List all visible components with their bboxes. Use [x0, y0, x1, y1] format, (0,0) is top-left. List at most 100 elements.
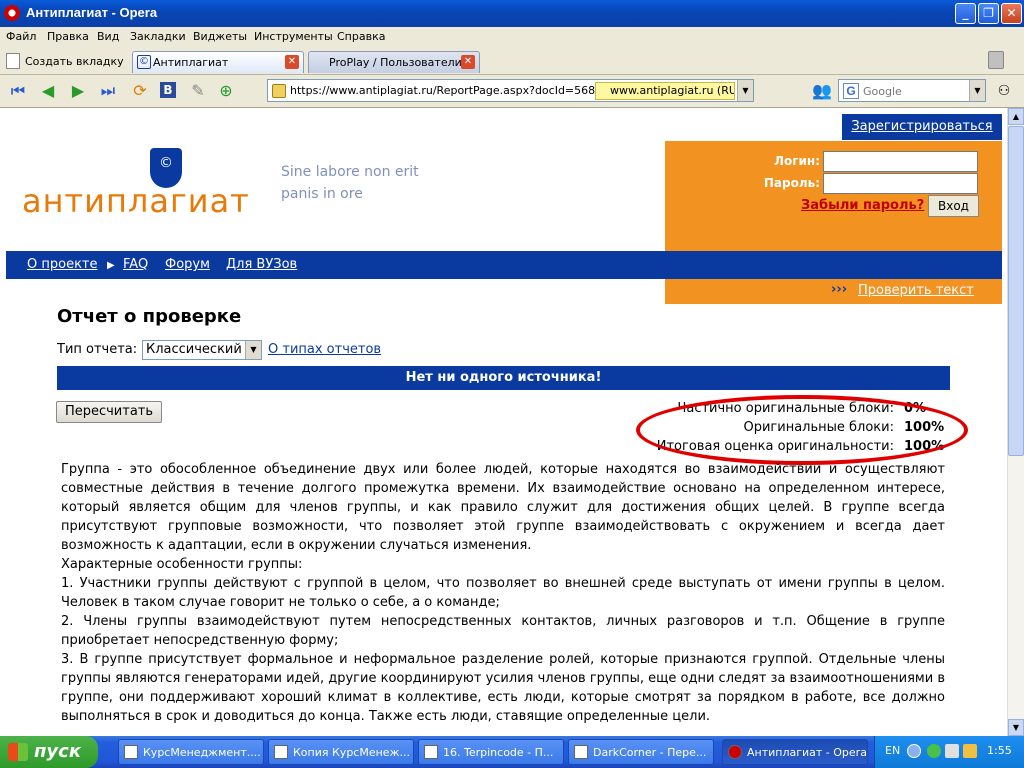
antiplagiat-logo[interactable]: © антиплагиат	[22, 148, 282, 228]
glasses-icon[interactable]: ⚇	[994, 82, 1014, 100]
scroll-thumb[interactable]	[1008, 126, 1024, 456]
triangle-right-icon: ▶	[107, 260, 115, 271]
password-label: Пароль:	[763, 176, 820, 190]
system-tray: EN 1:55	[874, 736, 1024, 768]
recalculate-button[interactable]: Пересчитать	[56, 401, 162, 423]
language-indicator[interactable]: EN	[885, 744, 900, 757]
rewind-icon[interactable]: ⏮	[8, 82, 28, 100]
opera-icon	[728, 745, 742, 759]
address-bar[interactable]: https://www.antiplagiat.ru/ReportPage.as…	[267, 79, 754, 102]
app-icon	[574, 745, 588, 759]
vertical-scrollbar[interactable]: ▲ ▼	[1007, 108, 1024, 736]
nav-forum[interactable]: Форум	[165, 257, 210, 272]
report-type-select[interactable]: Классический ▼	[142, 340, 262, 360]
check-text-strip: ››› Проверить текст	[665, 279, 1002, 304]
page-add-icon[interactable]: ⊕	[216, 82, 236, 100]
task-label: 16. Terpincode - П...	[443, 746, 554, 759]
tab-bar: Создать вкладку © Антиплагиат ✕ ProPlay …	[0, 47, 1024, 75]
site-badge[interactable]: www.antiplagiat.ru (RU)	[595, 82, 735, 100]
report-types-link[interactable]: О типах отчетов	[268, 342, 381, 357]
logo-wordmark: антиплагиат	[22, 182, 250, 220]
login-label: Логин:	[774, 154, 820, 168]
scroll-down-icon[interactable]: ▼	[1008, 719, 1024, 736]
tagline-line-1: Sine labore non erit	[281, 164, 419, 180]
menu-view[interactable]: Вид	[97, 30, 119, 43]
window-titlebar: Антиплагиат - Opera _ ❐ ✕	[0, 0, 1024, 27]
stat-label: Частично оригинальные блоки:	[677, 401, 894, 416]
stat-value: 100%	[904, 439, 945, 454]
stat-total: Итоговая оценка оригинальности: 100%	[656, 439, 945, 458]
taskbar-item[interactable]: Копия КурсМенеж...	[268, 739, 414, 765]
start-label: пуск	[34, 741, 82, 762]
tab-label: ProPlay / Пользователи...	[329, 56, 473, 69]
volume-icon[interactable]	[963, 744, 977, 758]
people-icon[interactable]: 👥	[812, 82, 832, 100]
stat-label: Итоговая оценка оригинальности:	[656, 439, 894, 454]
lock-icon	[272, 84, 286, 98]
task-label: КурсМенеджмент....	[143, 746, 261, 759]
nav-faq[interactable]: FAQ	[123, 257, 148, 272]
navigation-toolbar: ⏮ ◀ ▶ ⏭ ⟳ B ✎ ⊕ https://www.antiplagiat.…	[0, 75, 1024, 108]
forward-icon[interactable]: ▶	[68, 82, 88, 100]
task-label: Копия КурсМенеж...	[293, 746, 410, 759]
task-label: Антиплагиат - Opera	[747, 746, 867, 759]
fast-forward-icon[interactable]: ⏭	[98, 82, 118, 100]
nav-about[interactable]: О проекте	[27, 257, 98, 272]
register-link[interactable]: Зарегистрироваться	[842, 114, 1002, 140]
stat-value: 0%	[904, 401, 927, 416]
word-document-icon	[274, 745, 288, 759]
pen-icon[interactable]: ✎	[188, 82, 208, 100]
tagline: Sine labore non erit panis in ore	[281, 161, 419, 205]
close-button[interactable]: ✕	[1001, 3, 1022, 24]
address-dropdown-icon[interactable]: ▼	[737, 80, 753, 101]
login-button[interactable]: Вход	[928, 195, 979, 217]
minimize-button[interactable]: _	[955, 3, 976, 24]
check-text-link[interactable]: Проверить текст	[858, 283, 974, 298]
reload-icon[interactable]: ⟳	[130, 82, 150, 100]
scroll-up-icon[interactable]: ▲	[1008, 108, 1024, 125]
taskbar-item[interactable]: DarkCorner - Пере...	[568, 739, 714, 765]
gear-icon[interactable]	[927, 744, 941, 758]
trash-icon[interactable]	[988, 51, 1004, 69]
nav-universities[interactable]: Для ВУЗов	[226, 257, 297, 272]
tab-proplay[interactable]: ProPlay / Пользователи... ✕	[308, 51, 480, 73]
menu-widgets[interactable]: Виджеты	[193, 30, 247, 43]
chevron-down-icon[interactable]: ▼	[245, 341, 261, 359]
password-input[interactable]	[823, 173, 978, 194]
taskbar-item[interactable]: 16. Terpincode - П...	[418, 739, 564, 765]
stat-value: 100%	[904, 420, 945, 435]
text-paragraph: 2. Члены группы взаимодействуют путем не…	[61, 614, 945, 648]
web-page: Зарегистрироваться © антиплагиат Sine la…	[0, 108, 1007, 736]
window-title: Антиплагиат - Opera	[26, 5, 158, 20]
tab-antiplagiat[interactable]: © Антиплагиат ✕	[132, 51, 304, 73]
forgot-password-link[interactable]: Забыли пароль?	[801, 198, 924, 213]
search-input[interactable]	[863, 83, 967, 99]
search-dropdown-icon[interactable]: ▼	[969, 80, 985, 101]
menu-file[interactable]: Файл	[6, 30, 36, 43]
new-tab-button[interactable]: Создать вкладку	[6, 51, 124, 71]
taskbar-item-active[interactable]: Антиплагиат - Opera	[722, 739, 868, 765]
back-icon[interactable]: ◀	[38, 82, 58, 100]
search-box[interactable]: G ▼	[838, 79, 986, 102]
copyright-icon: ©	[137, 55, 151, 69]
menu-help[interactable]: Справка	[337, 30, 385, 43]
arrows-icon: ›››	[831, 282, 848, 297]
close-tab-icon[interactable]: ✕	[285, 55, 299, 69]
address-url[interactable]: https://www.antiplagiat.ru/ReportPage.as…	[290, 84, 595, 97]
maximize-button[interactable]: ❐	[978, 3, 999, 24]
menu-bookmarks[interactable]: Закладки	[130, 30, 186, 43]
taskbar-item[interactable]: КурсМенеджмент....	[118, 739, 264, 765]
close-tab-icon[interactable]: ✕	[461, 55, 475, 69]
report-type-label: Тип отчета:	[57, 342, 138, 357]
menu-tools[interactable]: Инструменты	[254, 30, 333, 43]
app-icon	[424, 745, 438, 759]
menu-edit[interactable]: Правка	[47, 30, 89, 43]
vkontakte-icon[interactable]: B	[160, 82, 176, 98]
start-button[interactable]: пуск	[0, 736, 98, 768]
login-input[interactable]	[823, 151, 978, 172]
stat-original: Оригинальные блоки: 100%	[743, 420, 945, 439]
chevron-left-icon[interactable]	[907, 744, 921, 758]
text-paragraph: Характерные особенности группы:	[61, 557, 303, 572]
network-icon[interactable]	[945, 744, 959, 758]
tab-label: Антиплагиат	[153, 56, 229, 69]
